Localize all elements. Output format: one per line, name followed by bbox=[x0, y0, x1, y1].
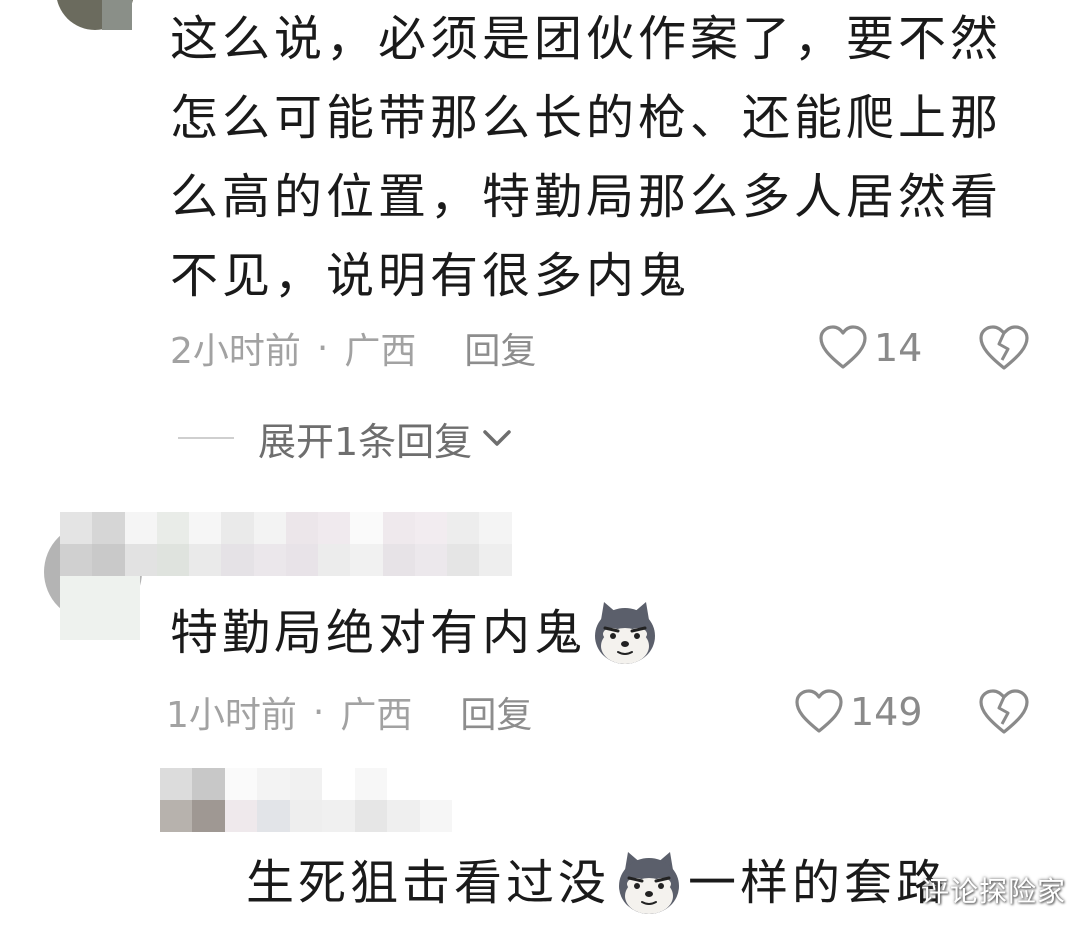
comment-list: 这么说，必须是团伙作案了，要不然怎么可能带那么长的枪、还能爬上那么高的位置，特勤… bbox=[0, 0, 1080, 930]
avatar-redacted-lower bbox=[60, 576, 140, 640]
comment-location: 广西 bbox=[340, 695, 413, 736]
comment-location: 广西 bbox=[344, 331, 417, 372]
comment-meta: 1小时前 · 广西 回复 bbox=[166, 684, 532, 740]
meta-separator: · bbox=[316, 327, 329, 369]
expand-replies-button[interactable]: 展开1条回复 bbox=[178, 412, 512, 464]
dog-emoji-icon bbox=[619, 852, 680, 914]
chevron-down-icon bbox=[483, 430, 511, 446]
comment-body: 生死狙击看过没 一样的套路 bbox=[246, 848, 948, 918]
avatar-partial[interactable] bbox=[56, 0, 134, 30]
comment-time: 2小时前 bbox=[170, 331, 301, 372]
heart-outline-icon bbox=[795, 689, 843, 733]
like-button[interactable]: 149 bbox=[794, 684, 923, 740]
username-redacted bbox=[160, 768, 452, 832]
comment-text: 生死狙击看过没 bbox=[246, 855, 611, 911]
comment-body: 特勤局绝对有内鬼 bbox=[170, 598, 660, 668]
comment-time: 1小时前 bbox=[166, 695, 297, 736]
heart-outline-icon bbox=[819, 325, 867, 369]
broken-heart-icon[interactable] bbox=[978, 324, 1030, 372]
comment-text: 特勤局绝对有内鬼 bbox=[170, 605, 587, 661]
meta-separator: · bbox=[312, 691, 325, 733]
like-count: 14 bbox=[874, 326, 923, 370]
like-count: 149 bbox=[850, 690, 923, 734]
broken-heart-icon[interactable] bbox=[978, 688, 1030, 736]
watermark: 评论探险家 bbox=[920, 875, 1066, 908]
username-redacted bbox=[60, 512, 544, 576]
like-button[interactable]: 14 bbox=[818, 320, 922, 376]
comment-text-continued: 一样的套路 bbox=[688, 855, 949, 911]
comment-meta: 2小时前 · 广西 回复 bbox=[170, 320, 536, 376]
dog-emoji-icon bbox=[595, 602, 656, 664]
comment-text: 这么说，必须是团伙作案了，要不然怎么可能带那么长的枪、还能爬上那么高的位置，特勤… bbox=[170, 11, 1003, 304]
reply-button[interactable]: 回复 bbox=[464, 322, 536, 374]
reply-button[interactable]: 回复 bbox=[460, 686, 532, 738]
expand-replies-label: 展开1条回复 bbox=[258, 419, 473, 464]
expand-divider bbox=[178, 437, 234, 439]
